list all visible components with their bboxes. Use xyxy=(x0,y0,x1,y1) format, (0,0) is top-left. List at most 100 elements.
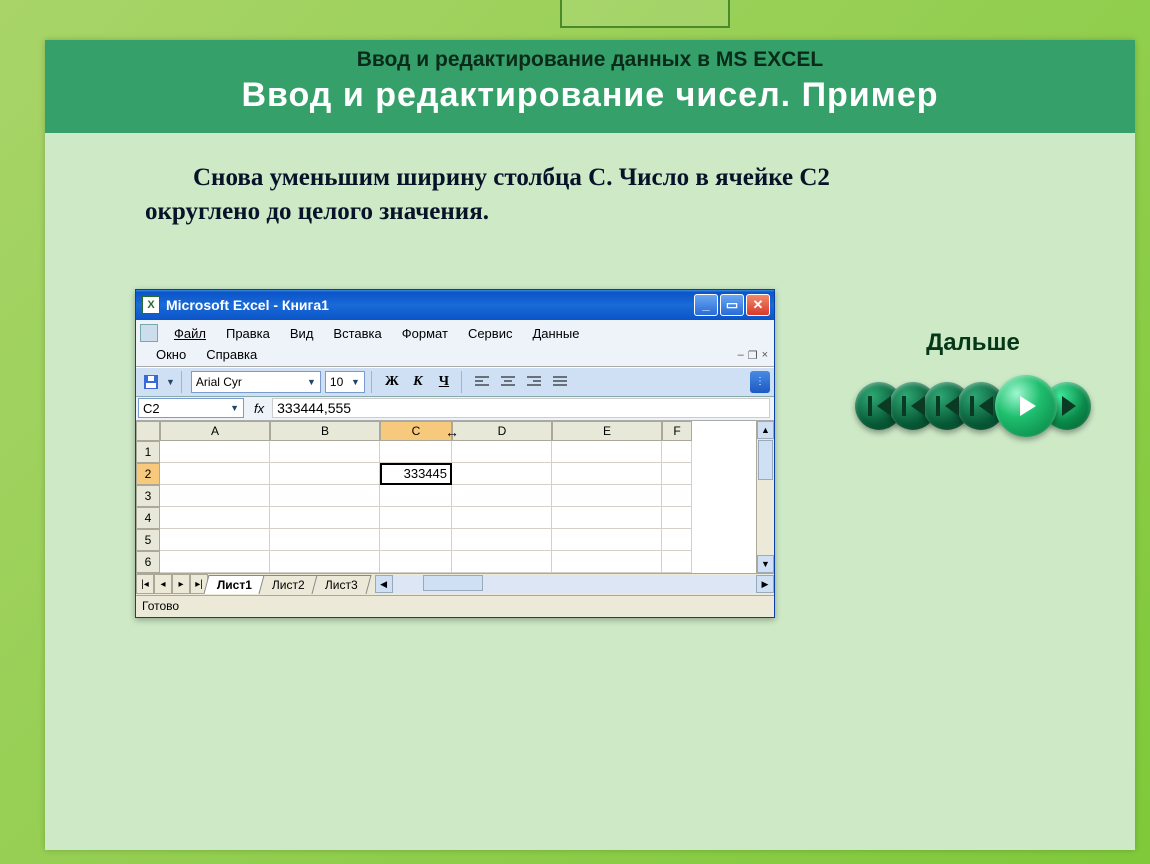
cell-D5[interactable] xyxy=(452,529,552,551)
italic-button[interactable]: К xyxy=(407,371,429,393)
save-dropdown-icon[interactable]: ▼ xyxy=(166,377,175,387)
cell-A4[interactable] xyxy=(160,507,270,529)
cell-F3[interactable] xyxy=(662,485,692,507)
fx-icon[interactable]: fx xyxy=(246,401,272,416)
toolbar-options-button[interactable]: ⋮ xyxy=(750,371,770,393)
vscroll-thumb[interactable] xyxy=(758,440,773,480)
doc-restore-icon[interactable]: ❐ xyxy=(748,349,758,362)
maximize-button[interactable]: ▭ xyxy=(720,294,744,316)
font-name-selector[interactable]: Arial Cyr▼ xyxy=(191,371,321,393)
row-header-4[interactable]: 4 xyxy=(136,507,160,529)
doc-minimize-icon[interactable]: – xyxy=(738,349,744,362)
scroll-left-icon[interactable]: ◀ xyxy=(375,575,393,593)
sheet-nav-prev-icon[interactable]: ◂ xyxy=(154,574,172,594)
cell-A6[interactable] xyxy=(160,551,270,573)
menu-view[interactable]: Вид xyxy=(280,324,324,343)
col-header-E[interactable]: E xyxy=(552,421,662,441)
cell-C2-active[interactable]: 333445 xyxy=(380,463,452,485)
col-header-D[interactable]: D xyxy=(452,421,552,441)
cell-C4[interactable] xyxy=(380,507,452,529)
cell-D6[interactable] xyxy=(452,551,552,573)
menu-data[interactable]: Данные xyxy=(522,324,589,343)
titlebar[interactable]: X Microsoft Excel - Книга1 _ ▭ ✕ xyxy=(136,290,774,320)
save-icon[interactable] xyxy=(140,371,162,393)
row-header-6[interactable]: 6 xyxy=(136,551,160,573)
row-header-1[interactable]: 1 xyxy=(136,441,160,463)
align-justify-button[interactable] xyxy=(549,371,571,393)
row-header-3[interactable]: 3 xyxy=(136,485,160,507)
menu-insert[interactable]: Вставка xyxy=(323,324,391,343)
cell-B5[interactable] xyxy=(270,529,380,551)
vertical-scrollbar[interactable]: ▲ ▼ xyxy=(756,421,774,573)
cell-A3[interactable] xyxy=(160,485,270,507)
doc-close-icon[interactable]: × xyxy=(762,349,768,362)
cell-A5[interactable] xyxy=(160,529,270,551)
col-header-C[interactable]: C ↔ xyxy=(380,421,452,441)
select-all-corner[interactable] xyxy=(136,421,160,441)
sheet-tab-2[interactable]: Лист2 xyxy=(258,575,318,594)
sheet-tab-1[interactable]: Лист1 xyxy=(203,575,265,594)
cell-E2[interactable] xyxy=(552,463,662,485)
scroll-down-icon[interactable]: ▼ xyxy=(757,555,774,573)
align-center-button[interactable] xyxy=(497,371,519,393)
sheet-nav-first-icon[interactable]: |◂ xyxy=(136,574,154,594)
cell-C3[interactable] xyxy=(380,485,452,507)
hscroll-thumb[interactable] xyxy=(423,575,483,591)
cell-E3[interactable] xyxy=(552,485,662,507)
cell-B1[interactable] xyxy=(270,441,380,463)
menu-file[interactable]: Файл xyxy=(164,324,216,343)
underline-button[interactable]: Ч xyxy=(433,371,455,393)
menu-format[interactable]: Формат xyxy=(392,324,458,343)
cell-F4[interactable] xyxy=(662,507,692,529)
cell-D3[interactable] xyxy=(452,485,552,507)
col-header-F[interactable]: F xyxy=(662,421,692,441)
cell-E6[interactable] xyxy=(552,551,662,573)
cell-B6[interactable] xyxy=(270,551,380,573)
cell-E1[interactable] xyxy=(552,441,662,463)
menu-help[interactable]: Справка xyxy=(196,345,267,364)
column-resize-cursor-icon[interactable]: ↔ xyxy=(445,424,459,440)
formatting-toolbar: ▼ Arial Cyr▼ 10▼ Ж К Ч ⋮ xyxy=(136,367,774,397)
menu-edit[interactable]: Правка xyxy=(216,324,280,343)
row-header-5[interactable]: 5 xyxy=(136,529,160,551)
minimize-button[interactable]: _ xyxy=(694,294,718,316)
col-header-A[interactable]: A xyxy=(160,421,270,441)
cell-F2[interactable] xyxy=(662,463,692,485)
cell-D1[interactable] xyxy=(452,441,552,463)
menu-window[interactable]: Окно xyxy=(146,345,196,364)
align-left-button[interactable] xyxy=(471,371,493,393)
cell-F6[interactable] xyxy=(662,551,692,573)
scroll-right-icon[interactable]: ▶ xyxy=(756,575,774,593)
sheet-nav-next-icon[interactable]: ▸ xyxy=(172,574,190,594)
nav-play-button[interactable] xyxy=(995,375,1057,437)
slide-title: Ввод и редактирование чисел. Пример xyxy=(45,76,1135,115)
bold-button[interactable]: Ж xyxy=(381,371,403,393)
cell-B2[interactable] xyxy=(270,463,380,485)
cell-D2[interactable] xyxy=(452,463,552,485)
font-size-selector[interactable]: 10▼ xyxy=(325,371,365,393)
align-right-button[interactable] xyxy=(523,371,545,393)
sheet-tab-3[interactable]: Лист3 xyxy=(311,575,371,594)
cell-B3[interactable] xyxy=(270,485,380,507)
cell-E5[interactable] xyxy=(552,529,662,551)
cell-B4[interactable] xyxy=(270,507,380,529)
cell-A2[interactable] xyxy=(160,463,270,485)
col-header-B[interactable]: B xyxy=(270,421,380,441)
cell-F1[interactable] xyxy=(662,441,692,463)
scroll-up-icon[interactable]: ▲ xyxy=(757,421,774,439)
body-line-2: округлено до целого значения. xyxy=(145,198,489,225)
formula-input[interactable]: 333444,555 xyxy=(272,398,770,418)
cell-C1[interactable] xyxy=(380,441,452,463)
cell-C5[interactable] xyxy=(380,529,452,551)
cell-E4[interactable] xyxy=(552,507,662,529)
workbook-icon[interactable] xyxy=(140,324,158,342)
cell-F5[interactable] xyxy=(662,529,692,551)
close-button[interactable]: ✕ xyxy=(746,294,770,316)
row-header-2[interactable]: 2 xyxy=(136,463,160,485)
cell-A1[interactable] xyxy=(160,441,270,463)
cell-D4[interactable] xyxy=(452,507,552,529)
name-box[interactable]: C2▼ xyxy=(138,398,244,418)
horizontal-scrollbar[interactable]: ◀ ▶ xyxy=(375,575,774,593)
menu-tools[interactable]: Сервис xyxy=(458,324,523,343)
cell-C6[interactable] xyxy=(380,551,452,573)
